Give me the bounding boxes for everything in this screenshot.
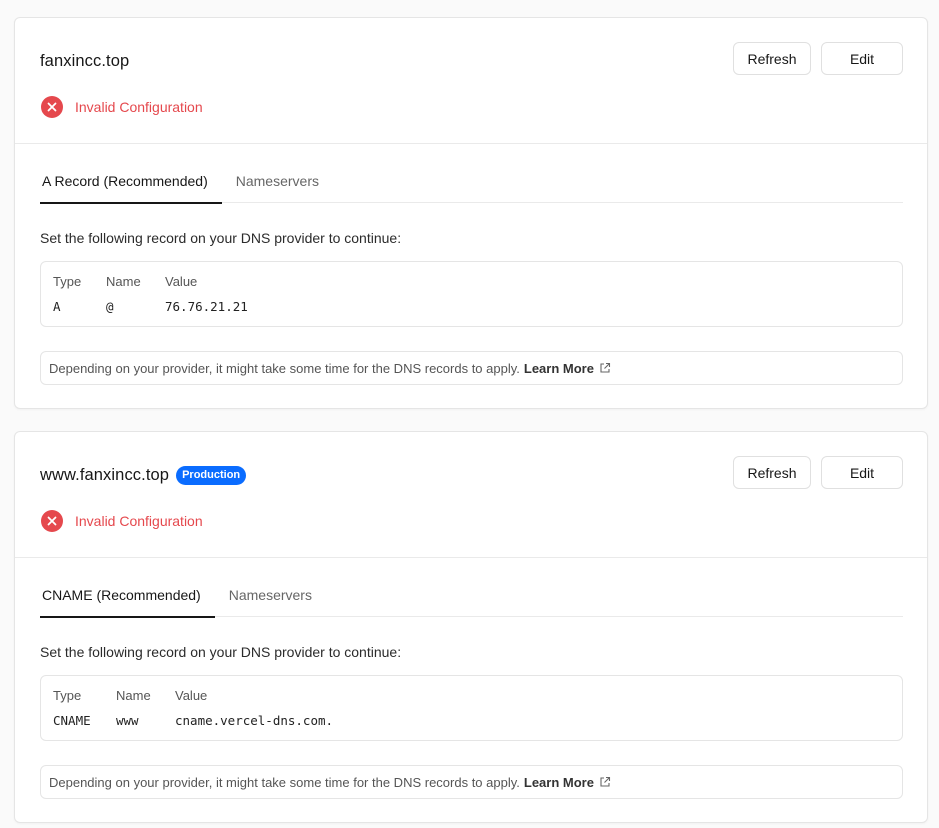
domain-name[interactable]: fanxincc.top (40, 52, 129, 71)
status-text: Invalid Configuration (75, 513, 203, 529)
tab-cname[interactable]: CNAME (Recommended) (40, 573, 215, 618)
domain-name[interactable]: www.fanxincc.top (40, 466, 169, 485)
record-name: www (116, 713, 139, 728)
record-tabs: CNAME (Recommended) Nameservers (40, 573, 903, 618)
close-circle-icon (41, 96, 63, 118)
status-text: Invalid Configuration (75, 99, 203, 115)
dns-record-table: Type Name Value A @ 76.76.21.21 (40, 261, 903, 327)
config-status: Invalid Configuration (41, 96, 203, 118)
record-name: @ (106, 299, 114, 314)
value-header: Value (165, 274, 198, 289)
record-value[interactable]: cname.vercel-dns.com. (175, 713, 333, 728)
domain-card: fanxincc.top Refresh Edit Invalid Config… (14, 17, 928, 409)
external-link-icon (600, 362, 611, 373)
domain-card: www.fanxincc.top Production Refresh Edit… (14, 431, 928, 823)
propagation-note: Depending on your provider, it might tak… (40, 765, 903, 799)
action-buttons: Refresh Edit (733, 456, 903, 489)
edit-button[interactable]: Edit (821, 42, 903, 75)
refresh-button[interactable]: Refresh (733, 42, 811, 75)
type-header: Type (53, 274, 82, 289)
tab-nameservers[interactable]: Nameservers (215, 573, 326, 617)
learn-more-label: Learn More (523, 774, 594, 790)
edit-button[interactable]: Edit (821, 456, 903, 489)
record-tabs: A Record (Recommended) Nameservers (40, 159, 903, 204)
propagation-note: Depending on your provider, it might tak… (40, 351, 903, 385)
instruction-text: Set the following record on your DNS pro… (40, 230, 402, 246)
config-status: Invalid Configuration (41, 510, 203, 532)
refresh-button[interactable]: Refresh (733, 456, 811, 489)
production-badge: Production (176, 466, 247, 485)
value-header: Value (175, 688, 208, 703)
record-type: CNAME (53, 713, 91, 728)
tab-a-record[interactable]: A Record (Recommended) (40, 159, 222, 204)
note-text: Depending on your provider, it might tak… (49, 360, 520, 376)
domain-title-row: www.fanxincc.top Production (40, 466, 247, 485)
name-header: Name (116, 688, 151, 703)
type-header: Type (53, 688, 82, 703)
external-link-icon (600, 776, 611, 787)
record-type: A (53, 299, 61, 314)
note-text: Depending on your provider, it might tak… (49, 774, 520, 790)
dns-record-table: Type Name Value CNAME www cname.vercel-d… (40, 675, 903, 741)
learn-more-link[interactable]: Learn More (524, 361, 611, 376)
card-header: www.fanxincc.top Production Refresh Edit… (15, 432, 927, 558)
learn-more-label: Learn More (523, 360, 594, 376)
name-header: Name (106, 274, 141, 289)
record-value[interactable]: 76.76.21.21 (165, 299, 248, 314)
tab-nameservers[interactable]: Nameservers (222, 159, 333, 203)
card-header: fanxincc.top Refresh Edit Invalid Config… (15, 18, 927, 144)
instruction-text: Set the following record on your DNS pro… (40, 644, 402, 660)
domain-title-row: fanxincc.top (40, 52, 129, 71)
close-circle-icon (41, 510, 63, 532)
action-buttons: Refresh Edit (733, 42, 903, 75)
learn-more-link[interactable]: Learn More (524, 775, 611, 790)
